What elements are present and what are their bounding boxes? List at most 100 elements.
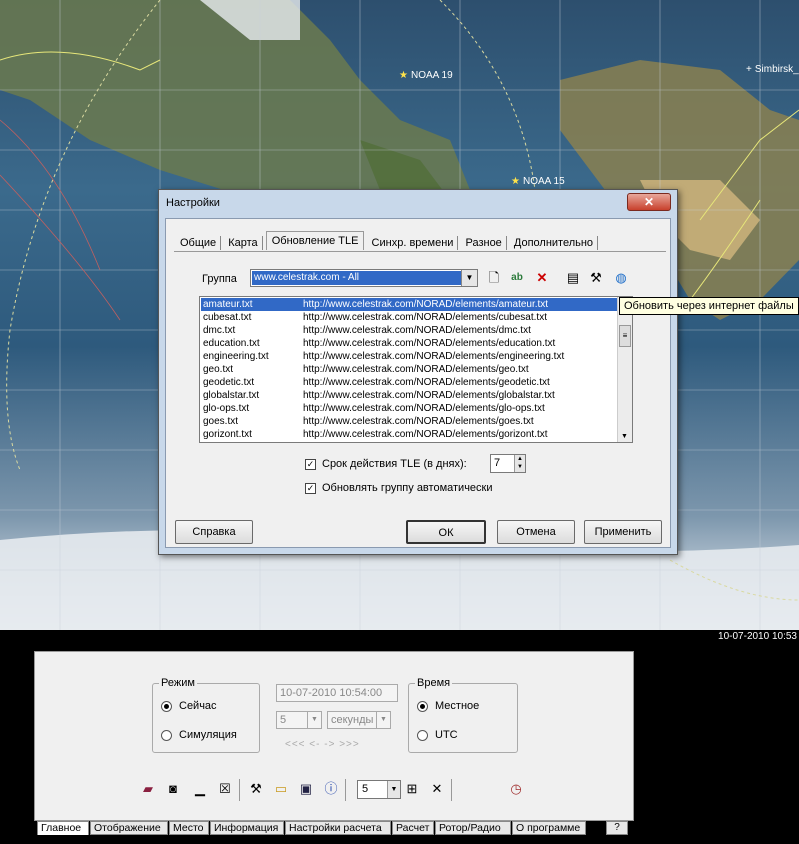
list-item[interactable]: amateur.txt http://www.celestrak.com/NORA… (201, 298, 617, 311)
tools-icon[interactable]: ⚒ (245, 776, 267, 802)
tab-rotor-radio[interactable]: Ротор/Радио (435, 821, 511, 835)
list-item[interactable]: engineering.txt http://www.celestrak.com/… (201, 350, 617, 363)
close-panel-icon[interactable]: ☒ (214, 776, 236, 802)
satellite-marker[interactable]: ★ NOAA 15 (511, 176, 565, 187)
cancel-button[interactable]: Отмена (497, 520, 575, 544)
file-url: http://www.celestrak.com/NORAD/elements/… (303, 403, 545, 414)
list-item[interactable]: dmc.txt http://www.celestrak.com/NORAD/el… (201, 324, 617, 337)
zoom-select[interactable]: 5 ▼ (357, 780, 401, 799)
time-utc-radio[interactable] (417, 730, 428, 741)
file-url: http://www.celestrak.com/NORAD/elements/… (303, 299, 549, 310)
location-marker[interactable]: + Simbirsk_ (746, 64, 799, 75)
file-name: education.txt (203, 338, 260, 349)
list-item[interactable]: cubesat.txt http://www.celestrak.com/NORA… (201, 311, 617, 324)
tab-general[interactable]: Общие (176, 236, 222, 250)
mode-sim-label: Симуляция (179, 729, 237, 741)
tab-main[interactable]: Главное (37, 821, 89, 835)
clock-readout: 10-07-2010 10:53 (718, 631, 797, 642)
time-utc-label: UTC (435, 729, 458, 741)
tle-validity-checkbox[interactable]: ✓ (305, 459, 316, 470)
tab-misc[interactable]: Разное (461, 236, 507, 250)
tab-calculation[interactable]: Расчет (392, 821, 434, 835)
book-icon[interactable]: ▰ (137, 776, 159, 802)
chevron-down-icon[interactable]: ▼ (461, 270, 477, 286)
list-icon[interactable]: ▤ (563, 268, 583, 288)
save-icon[interactable]: ▣ (295, 776, 317, 802)
scroll-down-icon[interactable]: ▼ (621, 433, 628, 440)
satellite-label: NOAA 15 (522, 176, 565, 187)
info-icon[interactable]: ⓘ (320, 776, 342, 802)
tab-tle-update[interactable]: Обновление TLE (265, 231, 365, 250)
list-item[interactable]: glo-ops.txt http://www.celestrak.com/NORA… (201, 402, 617, 415)
tle-file-list[interactable]: amateur.txt http://www.celestrak.com/NORA… (199, 296, 633, 443)
datetime-field[interactable]: 10-07-2010 10:54:00 (276, 684, 398, 702)
tab-divider (174, 251, 666, 252)
file-url: http://www.celestrak.com/NORAD/elements/… (303, 429, 548, 440)
spin-arrows-icon[interactable]: ▲ ▼ (514, 455, 525, 472)
file-url: http://www.celestrak.com/NORAD/elements/… (303, 377, 550, 388)
help-button[interactable]: Справка (175, 520, 253, 544)
time-group-label: Время (415, 677, 453, 689)
file-name: dmc.txt (203, 325, 236, 336)
globe-update-icon[interactable]: ◍ (611, 268, 631, 288)
step-value-select[interactable]: 5 ▼ (276, 711, 322, 729)
delete-icon[interactable]: ✕ (532, 268, 552, 288)
step-value: 5 (280, 714, 287, 726)
list-scrollbar[interactable]: ▲ ≡ ▼ (617, 297, 632, 442)
file-url: http://www.celestrak.com/NORAD/elements/… (303, 312, 547, 323)
chevron-down-icon[interactable]: ▼ (387, 781, 400, 798)
help-tab[interactable]: ? (606, 821, 628, 835)
time-local-label: Местное (435, 700, 480, 712)
auto-update-label: Обновлять группу автоматически (322, 482, 493, 494)
tab-display[interactable]: Отображение (90, 821, 168, 835)
zoom-value: 5 (362, 783, 369, 795)
tab-information[interactable]: Информация (210, 821, 284, 835)
list-item[interactable]: gorizont.txt http://www.celestrak.com/NOR… (201, 428, 617, 441)
mode-sim-radio[interactable] (161, 730, 172, 741)
tab-calc-settings[interactable]: Настройки расчета (285, 821, 391, 835)
file-name: geo.txt (203, 364, 234, 375)
file-name: globalstar.txt (203, 390, 260, 401)
chevron-down-icon[interactable]: ▼ (307, 712, 321, 728)
file-url: http://www.celestrak.com/NORAD/elements/… (303, 325, 531, 336)
tab-location[interactable]: Место (169, 821, 209, 835)
tle-validity-stepper[interactable]: 7 ▲ ▼ (490, 454, 526, 473)
cross-arrows-icon[interactable]: ✕ (426, 776, 448, 802)
mode-now-label: Сейчас (179, 700, 217, 712)
mode-group-label: Режим (159, 677, 197, 689)
auto-update-checkbox[interactable]: ✓ (305, 483, 316, 494)
satellite-marker[interactable]: ★ NOAA 19 (399, 70, 453, 81)
step-unit: секунды (331, 714, 374, 726)
location-label: Simbirsk_ (754, 64, 799, 75)
open-folder-icon[interactable]: ▭ (270, 776, 292, 802)
time-navigation[interactable]: <<< <- -> >>> (285, 739, 360, 750)
tab-map[interactable]: Карта (224, 236, 263, 250)
apply-button[interactable]: Применить (584, 520, 662, 544)
scroll-thumb[interactable]: ≡ (619, 325, 631, 347)
rename-icon[interactable]: ab (507, 268, 527, 288)
clock-icon[interactable]: ◷ (505, 776, 527, 802)
list-item[interactable]: globalstar.txt http://www.celestrak.com/N… (201, 389, 617, 402)
list-item[interactable]: geo.txt http://www.celestrak.com/NORAD/el… (201, 363, 617, 376)
camera-icon[interactable]: ◙ (162, 776, 184, 802)
list-item[interactable]: geodetic.txt http://www.celestrak.com/NOR… (201, 376, 617, 389)
ok-button[interactable]: ОК (406, 520, 486, 544)
time-local-radio[interactable] (417, 701, 428, 712)
file-url: http://www.celestrak.com/NORAD/elements/… (303, 416, 534, 427)
tab-time-sync[interactable]: Синхр. времени (368, 236, 459, 250)
list-item[interactable]: goes.txt http://www.celestrak.com/NORAD/e… (201, 415, 617, 428)
file-url: http://www.celestrak.com/NORAD/elements/… (303, 390, 555, 401)
tools-icon[interactable]: ⚒ (586, 268, 606, 288)
chevron-down-icon[interactable]: ▼ (376, 712, 390, 728)
minimize-panel-icon[interactable]: ▁ (189, 776, 211, 802)
tab-advanced[interactable]: Дополнительно (510, 236, 599, 250)
mode-now-radio[interactable] (161, 701, 172, 712)
step-unit-select[interactable]: секунды ▼ (327, 711, 391, 729)
tab-about[interactable]: О программе (512, 821, 586, 835)
close-button[interactable]: ✕ (627, 193, 671, 211)
new-file-icon[interactable]: 🗋 (484, 268, 504, 288)
group-select[interactable]: www.celestrak.com - All ▼ (250, 269, 478, 287)
fit-screen-icon[interactable]: ⊞ (401, 776, 423, 802)
settings-tabs: Общие Карта Обновление TLE Синхр. времен… (176, 231, 599, 252)
list-item[interactable]: education.txt http://www.celestrak.com/NO… (201, 337, 617, 350)
